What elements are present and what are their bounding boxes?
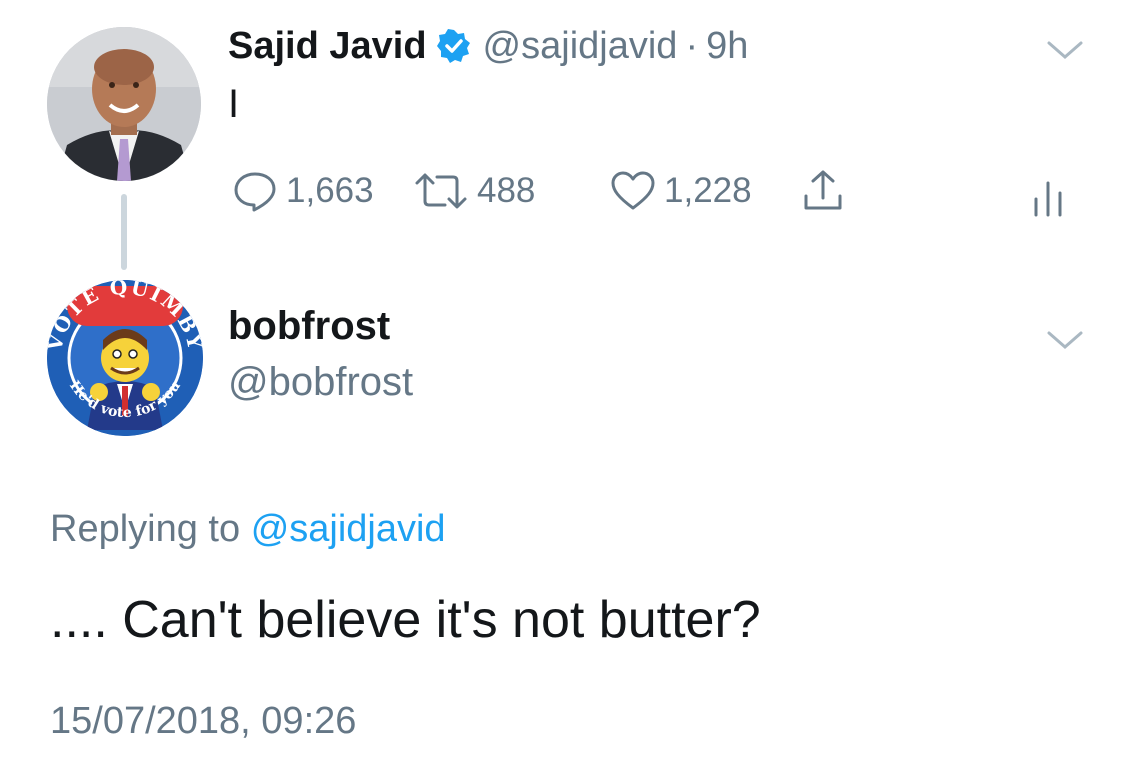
author-handle[interactable]: @sajidjavid	[483, 25, 678, 68]
replying-to-line: Replying to @sajidjavid	[50, 508, 446, 551]
reply-timestamp[interactable]: 15/07/2018, 09:26	[50, 700, 356, 743]
tweet-time[interactable]: 9h	[706, 25, 748, 68]
retweet-icon	[415, 173, 467, 209]
replying-label: Replying to	[50, 508, 241, 550]
share-button[interactable]	[800, 168, 846, 214]
author-name[interactable]: Sajid Javid	[228, 25, 427, 68]
analytics-button[interactable]	[1030, 175, 1066, 221]
avatar-photo	[47, 27, 201, 181]
tweet-header: Sajid Javid @sajidjavid · 9h	[228, 18, 748, 74]
like-button[interactable]: 1,228	[610, 168, 752, 214]
reply-button[interactable]: 1,663	[232, 168, 374, 214]
chevron-down-icon[interactable]	[1045, 37, 1085, 63]
separator-dot: ·	[685, 24, 699, 67]
share-icon	[804, 170, 842, 210]
reply-author-name[interactable]: bobfrost	[228, 304, 390, 349]
reply-count: 1,663	[286, 171, 374, 210]
replying-to-mention-link[interactable]: @sajidjavid	[251, 508, 446, 550]
reply-icon	[234, 172, 276, 212]
reply-text: .... Can't believe it's not butter?	[50, 591, 761, 649]
reply-author-avatar[interactable]: VOTE QUIMBY He'd vote for you	[47, 280, 203, 436]
tweet-text: I	[228, 82, 240, 126]
heart-icon	[611, 171, 655, 210]
analytics-icon	[1034, 181, 1062, 217]
retweet-button[interactable]: 488	[413, 168, 535, 214]
reply-author-handle[interactable]: @bobfrost	[228, 360, 413, 405]
author-avatar[interactable]	[47, 27, 201, 181]
thread-connector-line	[121, 194, 127, 270]
retweet-count: 488	[477, 171, 536, 210]
like-count: 1,228	[664, 171, 752, 210]
vote-quimby-badge-icon: VOTE QUIMBY He'd vote for you	[47, 280, 203, 436]
chevron-down-icon[interactable]	[1045, 327, 1085, 353]
verified-badge-icon	[436, 29, 471, 63]
